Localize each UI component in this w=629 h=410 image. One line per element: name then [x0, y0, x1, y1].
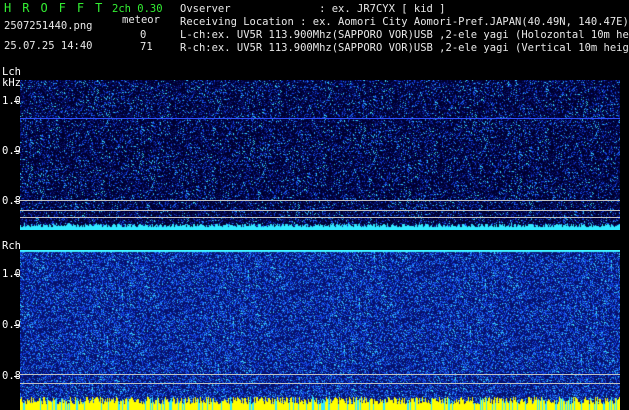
- lch-meteor-count: 0: [140, 29, 147, 41]
- lch-signal-line: [20, 118, 620, 119]
- rch-label: Rch: [2, 240, 21, 252]
- timestamp-label: 25.07.25 14:40: [4, 40, 93, 52]
- rch-info-line: R-ch:ex. UV5R 113.900Mhz(SAPPORO VOR)USB…: [180, 42, 629, 54]
- khz-unit-label: kHz: [2, 77, 21, 89]
- lch-freq-tick: [14, 101, 19, 102]
- meteor-label: meteor: [122, 14, 160, 26]
- right-edge-strip: [620, 78, 629, 410]
- lch-spectrogram: [20, 80, 620, 230]
- rch-marker-line: [20, 383, 620, 384]
- lch-marker-line: [20, 200, 620, 201]
- lch-freq-tick: [14, 201, 19, 202]
- app-logo: HROFFT: [4, 1, 114, 15]
- location-line: Receiving Location : ex. Aomori City Aom…: [180, 16, 629, 28]
- rch-meteor-count: 71: [140, 41, 153, 53]
- rch-freq-tick: [14, 376, 19, 377]
- observer-line: Ovserver : ex. JR7CYX [ kid ]: [180, 3, 446, 15]
- lch-marker-line: [20, 210, 620, 211]
- filename-label: 2507251440.png: [4, 20, 93, 32]
- lch-info-line: L-ch:ex. UV5R 113.900Mhz(SAPPORO VOR)USB…: [180, 29, 629, 41]
- lch-marker-line: [20, 217, 620, 218]
- rch-freq-tick: [14, 274, 19, 275]
- rch-marker-line: [20, 374, 620, 375]
- rch-freq-tick: [14, 325, 19, 326]
- rch-spectrogram: [20, 250, 620, 410]
- lch-freq-tick: [14, 151, 19, 152]
